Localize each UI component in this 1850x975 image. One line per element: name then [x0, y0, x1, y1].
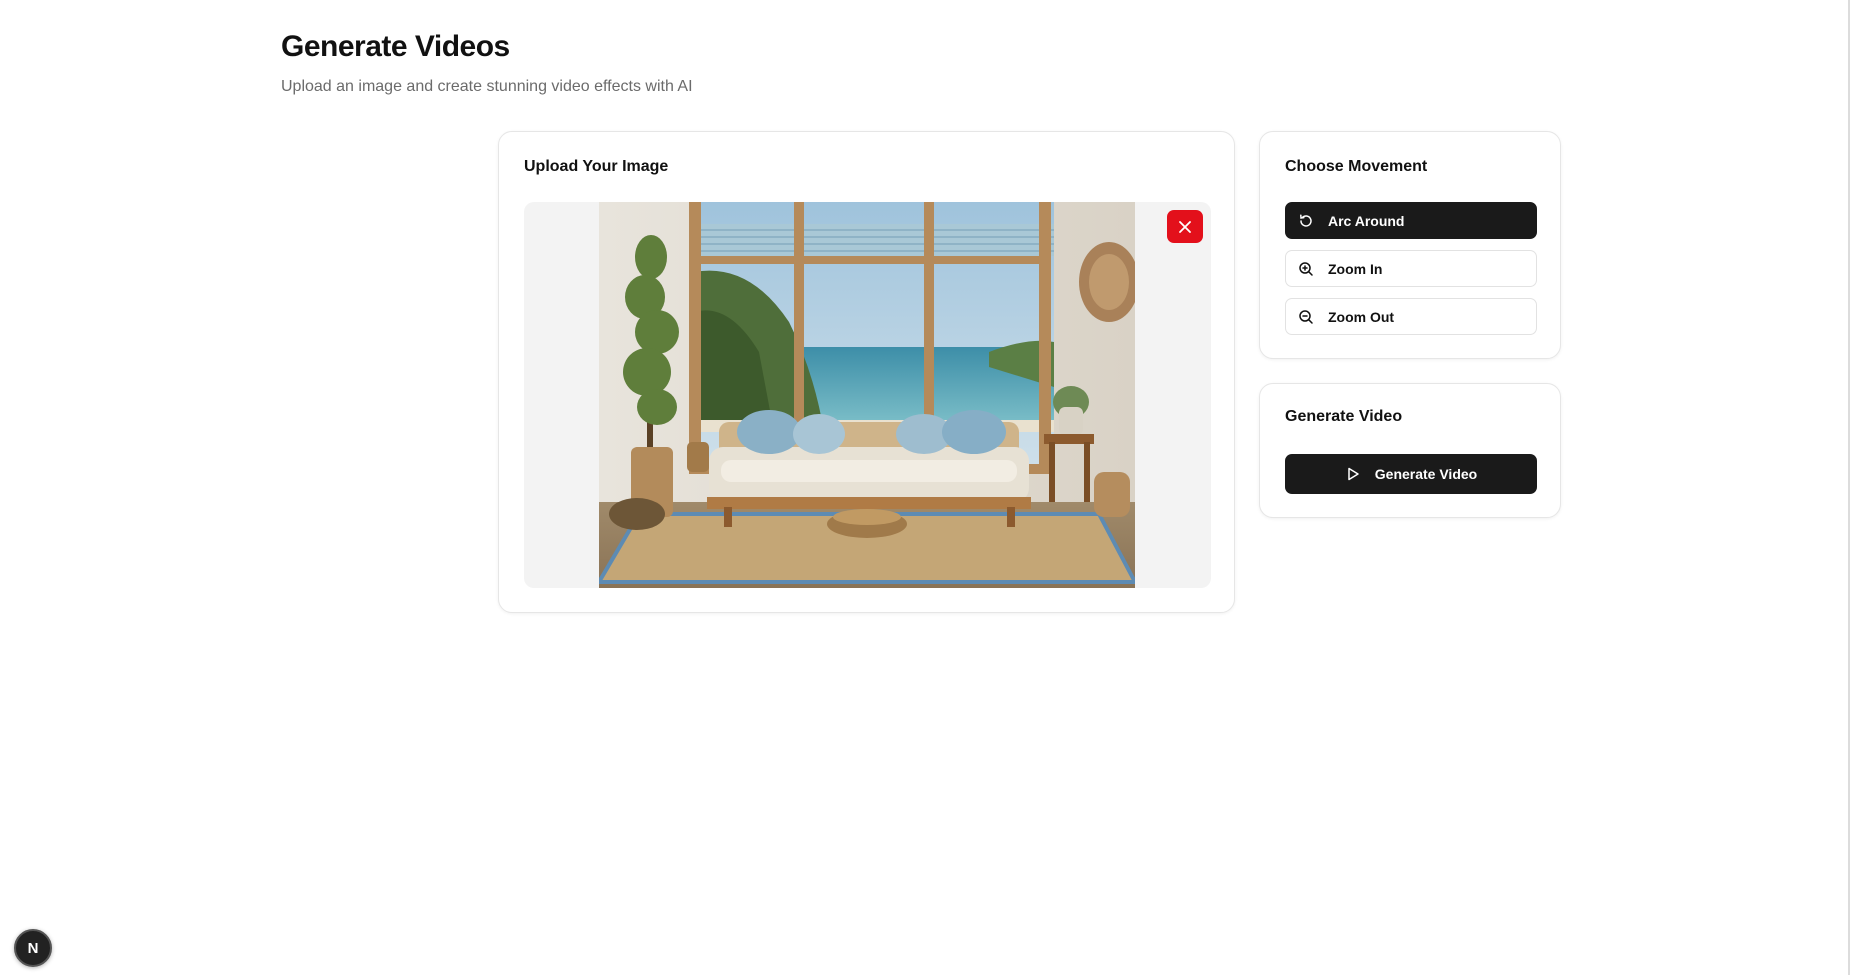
movement-option-label: Zoom Out	[1328, 308, 1395, 325]
play-icon	[1345, 466, 1361, 482]
remove-image-button[interactable]	[1167, 210, 1203, 243]
generate-video-button[interactable]: Generate Video	[1285, 454, 1537, 494]
image-dropzone[interactable]	[524, 202, 1211, 588]
page: Generate Videos Upload an image and crea…	[0, 0, 1850, 975]
rotate-icon	[1298, 213, 1314, 229]
generate-card-title: Generate Video	[1285, 408, 1403, 425]
movement-card: Choose Movement Arc Around Zoom In Zoom …	[1259, 131, 1561, 359]
upload-card-title: Upload Your Image	[524, 158, 669, 175]
dev-tools-badge[interactable]: N	[14, 929, 52, 967]
movement-card-title: Choose Movement	[1285, 158, 1428, 175]
movement-option-arc-around[interactable]: Arc Around	[1285, 202, 1537, 239]
movement-option-label: Zoom In	[1328, 260, 1383, 277]
generate-card: Generate Video Generate Video	[1259, 383, 1561, 518]
movement-option-zoom-out[interactable]: Zoom Out	[1285, 298, 1537, 335]
generate-video-button-label: Generate Video	[1374, 466, 1478, 482]
page-title: Generate Videos	[281, 30, 510, 63]
movement-option-label: Arc Around	[1328, 212, 1405, 229]
uploaded-image-preview	[599, 202, 1135, 588]
upload-card: Upload Your Image	[498, 131, 1235, 613]
zoom-in-icon	[1298, 261, 1314, 277]
zoom-out-icon	[1298, 309, 1314, 325]
dev-tools-badge-label: N	[27, 939, 39, 957]
movement-option-zoom-in[interactable]: Zoom In	[1285, 250, 1537, 287]
page-subtitle: Upload an image and create stunning vide…	[281, 78, 693, 95]
close-icon	[1179, 220, 1191, 233]
